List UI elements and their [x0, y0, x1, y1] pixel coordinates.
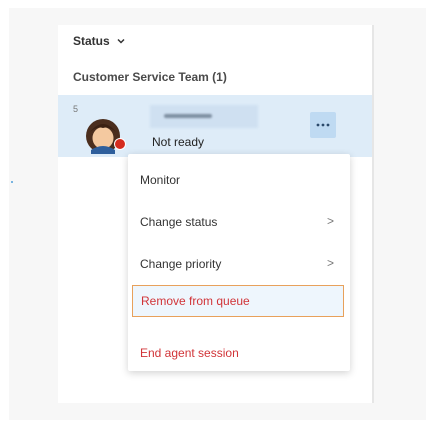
- agent-context-menu: Monitor Change status > Change priority …: [128, 154, 350, 371]
- agent-name-redacted: [150, 105, 258, 128]
- agent-status: Not ready: [152, 135, 205, 149]
- queue-group-label: Customer Service Team (1): [73, 70, 227, 84]
- menu-item-label: End agent session: [140, 346, 239, 360]
- menu-item-label: Remove from queue: [141, 294, 250, 308]
- status-indicator: [114, 138, 126, 150]
- menu-item-change-priority[interactable]: Change priority >: [128, 248, 350, 280]
- menu-item-label: Change status: [140, 215, 218, 229]
- chevron-right-icon: >: [326, 256, 334, 270]
- chevron-down-icon: [117, 38, 125, 44]
- chevron-right-icon: >: [326, 214, 334, 228]
- decorative-dot: [11, 181, 13, 183]
- page: Status Customer Service Team (1) 5 Not r…: [0, 0, 433, 428]
- more-actions-button[interactable]: [310, 112, 336, 138]
- status-filter-label: Status: [73, 34, 110, 48]
- menu-item-end-agent-session[interactable]: End agent session: [128, 337, 350, 369]
- menu-item-label: Change priority: [140, 257, 222, 271]
- menu-item-change-status[interactable]: Change status >: [128, 206, 350, 238]
- column-divider: [372, 25, 374, 403]
- status-filter-dropdown[interactable]: Status: [73, 34, 126, 48]
- agent-priority: 5: [73, 104, 79, 114]
- menu-item-label: Monitor: [140, 173, 181, 187]
- menu-item-remove-from-queue[interactable]: Remove from queue: [132, 285, 344, 317]
- more-horizontal-icon: [316, 123, 330, 127]
- menu-item-monitor[interactable]: Monitor: [128, 164, 350, 196]
